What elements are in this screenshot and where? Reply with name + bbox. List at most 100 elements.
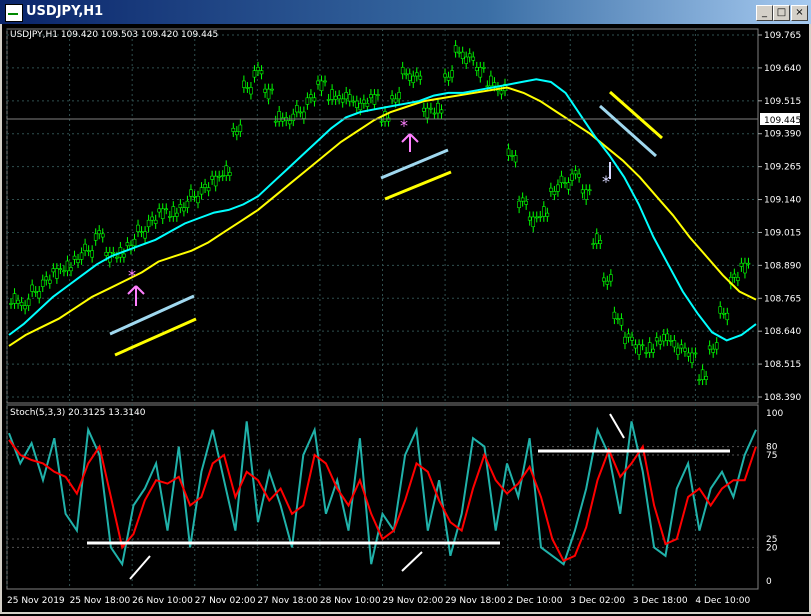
candle-body (450, 70, 454, 78)
candle-body (700, 369, 705, 380)
candle-body (199, 187, 204, 195)
candle-body (362, 99, 366, 104)
white-up-arrow-2[interactable] (401, 551, 423, 572)
candle-body (390, 95, 394, 100)
candle-body (446, 76, 451, 81)
candle-body (672, 340, 677, 348)
candle-body (16, 299, 20, 304)
price-tick-label: 108.765 (764, 294, 801, 304)
white-down-arrow[interactable] (609, 413, 625, 439)
candle-body (587, 189, 592, 192)
stoch-level-label: 20 (766, 543, 778, 553)
white-up-arrow-1[interactable] (129, 555, 151, 580)
close-button[interactable]: × (791, 5, 808, 21)
candle-body (160, 208, 165, 219)
candle-body (601, 277, 606, 282)
candle-body (471, 56, 476, 61)
chart-area[interactable]: 109.765 109.640 109.515 109.390 109.265 109.1… (2, 24, 809, 612)
title-bar[interactable]: USDJPY,H1 _ □ × (0, 0, 811, 24)
candle-body (48, 279, 52, 284)
candle-body (386, 117, 391, 122)
candle-body (379, 120, 384, 123)
candle-body (266, 88, 271, 100)
candle-body (464, 56, 468, 64)
candle-body (30, 284, 34, 292)
arrow-annotations[interactable] (109, 90, 663, 580)
maximize-button[interactable]: □ (773, 5, 790, 21)
time-tick-label: 25 Nov 2019 (7, 596, 65, 606)
candle-body (83, 243, 87, 251)
candle-body (79, 252, 84, 260)
candle-body (33, 291, 38, 293)
candle-body (23, 305, 27, 310)
candle-body (397, 92, 401, 100)
candle-body (690, 352, 694, 364)
candle-body (510, 155, 514, 157)
candle-body (552, 191, 557, 195)
lightblue-up-arrow-2[interactable] (380, 148, 449, 180)
candle-body (482, 67, 486, 69)
candle-body (736, 277, 740, 281)
candle-body (55, 268, 59, 279)
candle-body (630, 336, 634, 341)
candle-body (337, 95, 341, 100)
yellow-up-arrow-1[interactable] (114, 317, 197, 357)
candle-body (153, 219, 158, 224)
time-tick-label: 26 Nov 10:00 (132, 596, 193, 606)
sub-panel-header: Stoch(5,3,3) 20.3125 13.3140 (10, 408, 146, 418)
candle-body (721, 312, 726, 315)
candle-body (489, 75, 493, 87)
candle-body (157, 208, 161, 213)
candle-body (178, 204, 183, 209)
time-tick-label: 2 Dec 10:00 (508, 596, 563, 606)
candle-body (365, 102, 370, 107)
candle-body (598, 240, 603, 244)
candle-body (238, 124, 243, 132)
candle-body (235, 131, 239, 136)
price-axis: 109.765 109.640 109.515 109.390 109.265 109.1… (758, 31, 801, 403)
candle-body (287, 120, 292, 125)
candle-body (658, 340, 663, 345)
candle-body (62, 270, 66, 273)
candle-body (573, 170, 578, 175)
candle-body (136, 224, 140, 232)
chart-svg[interactable]: 109.765 109.640 109.515 109.390 109.265 109.1… (2, 24, 809, 612)
candle-body (185, 200, 190, 209)
lightblue-up-arrow-1[interactable] (109, 294, 195, 336)
candle-body (577, 173, 581, 178)
pink-buy-marker-2: * (400, 116, 419, 152)
candle-body (443, 73, 447, 78)
minimize-button[interactable]: _ (756, 5, 773, 21)
candle-body (743, 262, 747, 274)
candle-body (626, 333, 631, 338)
candle-body (143, 231, 147, 239)
stoch-level-label: 0 (766, 577, 772, 587)
candle-body (432, 112, 437, 115)
candle-body (467, 53, 472, 58)
candle-body (612, 311, 617, 319)
candle-body (132, 238, 137, 247)
candle-body (637, 344, 641, 355)
yellow-up-arrow-2[interactable] (384, 170, 452, 201)
candle-body (259, 70, 264, 75)
candle-body (65, 260, 70, 272)
candle-body (44, 276, 49, 281)
candle-body (347, 94, 352, 102)
time-tick-label: 27 Nov 02:00 (195, 596, 256, 606)
candle-body (245, 87, 250, 89)
candle-body (69, 267, 73, 272)
yellow-down-arrow[interactable] (609, 90, 663, 140)
candle-body (242, 80, 246, 88)
candle-body (203, 184, 207, 188)
time-axis: 25 Nov 2019 25 Nov 18:00 26 Nov 10:00 27 No… (7, 596, 750, 606)
candle-body (647, 342, 652, 353)
candle-body (206, 187, 211, 192)
price-tick-label: 108.390 (764, 393, 801, 403)
candle-body (213, 175, 218, 187)
candle-body (40, 279, 45, 287)
price-tick-label: 109.015 (764, 228, 801, 238)
window-title: USDJPY,H1 (26, 4, 104, 19)
candle-body (164, 208, 169, 211)
candle-body (492, 82, 497, 87)
svg-text:*: * (128, 266, 136, 285)
